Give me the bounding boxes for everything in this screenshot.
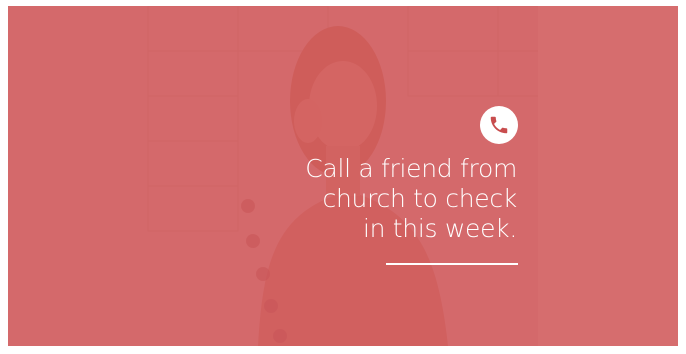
message-line: Call a friend from [305, 154, 517, 183]
promo-graphic: Call a friend from church to check in th… [8, 6, 678, 346]
message-text: Call a friend from church to check in th… [197, 154, 517, 244]
message-line: church to check [322, 184, 518, 213]
phone-icon [480, 106, 518, 144]
phone-glyph [490, 116, 508, 134]
divider-line [386, 263, 518, 265]
message-line: in this week. [362, 214, 517, 243]
